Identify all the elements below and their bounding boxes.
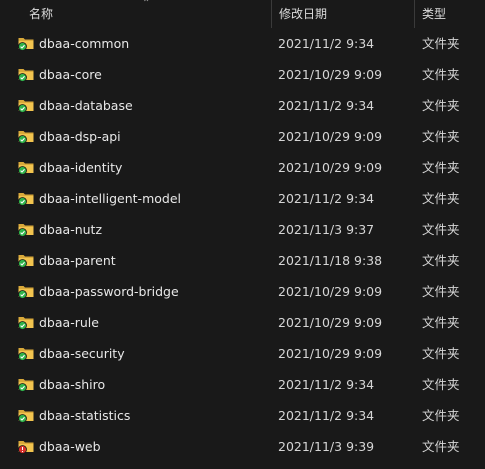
file-modified-date: 2021/11/2 9:34 xyxy=(278,191,375,206)
file-type: 文件夹 xyxy=(422,98,460,113)
folder-synced-icon xyxy=(18,66,34,82)
file-modified-date: 2021/11/2 9:34 xyxy=(278,36,375,51)
file-type: 文件夹 xyxy=(422,439,460,454)
folder-synced-icon xyxy=(18,35,34,51)
folder-synced-icon xyxy=(18,159,34,175)
column-header-name[interactable]: 名称 xyxy=(22,0,270,28)
folder-synced-icon xyxy=(18,190,34,206)
file-modified-date: 2021/10/29 9:09 xyxy=(278,67,383,82)
folder-synced-icon xyxy=(18,345,34,361)
folder-synced-icon xyxy=(18,314,34,330)
file-row[interactable]: dbaa-identity 2021/10/29 9:09 文件夹 xyxy=(0,152,485,183)
file-name: dbaa-statistics xyxy=(39,408,131,423)
file-modified-date: 2021/11/2 9:34 xyxy=(278,377,375,392)
file-row[interactable]: dbaa-web 2021/11/3 9:39 文件夹 xyxy=(0,431,485,462)
file-modified-date: 2021/10/29 9:09 xyxy=(278,315,383,330)
file-modified-date: 2021/11/3 9:37 xyxy=(278,222,375,237)
column-header-date[interactable]: 修改日期 xyxy=(271,0,414,28)
file-name: dbaa-rule xyxy=(39,315,99,330)
file-modified-date: 2021/11/3 9:39 xyxy=(278,439,375,454)
folder-synced-icon xyxy=(18,407,34,423)
file-name: dbaa-parent xyxy=(39,253,116,268)
folder-error-icon xyxy=(18,438,34,454)
file-type: 文件夹 xyxy=(422,346,460,361)
file-modified-date: 2021/11/2 9:34 xyxy=(278,98,375,113)
file-modified-date: 2021/10/29 9:09 xyxy=(278,129,383,144)
file-modified-date: 2021/11/2 9:34 xyxy=(278,408,375,423)
file-type: 文件夹 xyxy=(422,222,460,237)
file-type: 文件夹 xyxy=(422,67,460,82)
file-type: 文件夹 xyxy=(422,191,460,206)
folder-synced-icon xyxy=(18,376,34,392)
folder-synced-icon xyxy=(18,97,34,113)
file-type: 文件夹 xyxy=(422,160,460,175)
folder-synced-icon xyxy=(18,252,34,268)
file-name: dbaa-nutz xyxy=(39,222,103,237)
file-modified-date: 2021/11/18 9:38 xyxy=(278,253,383,268)
file-row[interactable]: dbaa-security 2021/10/29 9:09 文件夹 xyxy=(0,338,485,369)
file-row[interactable]: dbaa-core 2021/10/29 9:09 文件夹 xyxy=(0,59,485,90)
file-row[interactable]: dbaa-database 2021/11/2 9:34 文件夹 xyxy=(0,90,485,121)
folder-synced-icon xyxy=(18,221,34,237)
file-name: dbaa-identity xyxy=(39,160,123,175)
column-header-bar: ⌃ 名称 修改日期 类型 xyxy=(0,0,485,28)
file-name: dbaa-web xyxy=(39,439,101,454)
file-name: dbaa-intelligent-model xyxy=(39,191,181,206)
file-row[interactable]: dbaa-dsp-api 2021/10/29 9:09 文件夹 xyxy=(0,121,485,152)
column-header-type[interactable]: 类型 xyxy=(414,0,485,28)
file-name: dbaa-core xyxy=(39,67,102,82)
file-row[interactable]: dbaa-shiro 2021/11/2 9:34 文件夹 xyxy=(0,369,485,400)
file-name: dbaa-password-bridge xyxy=(39,284,179,299)
file-modified-date: 2021/10/29 9:09 xyxy=(278,160,383,175)
folder-synced-icon xyxy=(18,283,34,299)
file-row[interactable]: dbaa-statistics 2021/11/2 9:34 文件夹 xyxy=(0,400,485,431)
file-type: 文件夹 xyxy=(422,253,460,268)
file-row[interactable]: dbaa-password-bridge 2021/10/29 9:09 文件夹 xyxy=(0,276,485,307)
file-type: 文件夹 xyxy=(422,408,460,423)
file-row[interactable]: dbaa-nutz 2021/11/3 9:37 文件夹 xyxy=(0,214,485,245)
file-row[interactable]: dbaa-common 2021/11/2 9:34 文件夹 xyxy=(0,28,485,59)
file-type: 文件夹 xyxy=(422,377,460,392)
file-row[interactable]: dbaa-intelligent-model 2021/11/2 9:34 文件夹 xyxy=(0,183,485,214)
file-row[interactable]: dbaa-parent 2021/11/18 9:38 文件夹 xyxy=(0,245,485,276)
file-row[interactable]: dbaa-rule 2021/10/29 9:09 文件夹 xyxy=(0,307,485,338)
file-name: dbaa-common xyxy=(39,36,130,51)
folder-synced-icon xyxy=(18,128,34,144)
file-name: dbaa-dsp-api xyxy=(39,129,121,144)
file-type: 文件夹 xyxy=(422,129,460,144)
file-name: dbaa-shiro xyxy=(39,377,106,392)
file-modified-date: 2021/10/29 9:09 xyxy=(278,346,383,361)
file-type: 文件夹 xyxy=(422,36,460,51)
file-type: 文件夹 xyxy=(422,284,460,299)
file-name: dbaa-security xyxy=(39,346,125,361)
file-name: dbaa-database xyxy=(39,98,133,113)
file-type: 文件夹 xyxy=(422,315,460,330)
file-list: dbaa-common 2021/11/2 9:34 文件夹 dbaa-core 202… xyxy=(0,28,485,462)
file-modified-date: 2021/10/29 9:09 xyxy=(278,284,383,299)
